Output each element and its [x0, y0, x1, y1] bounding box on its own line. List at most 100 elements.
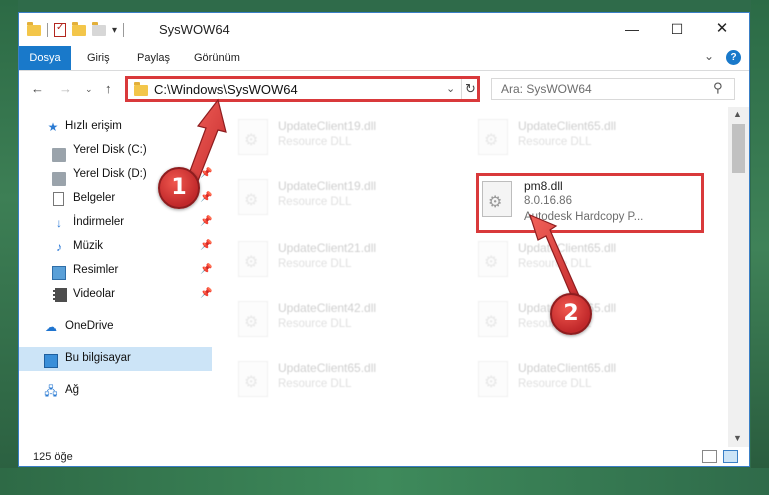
- expand-ribbon-icon[interactable]: ⌄: [704, 49, 714, 63]
- desktop-background-right: [751, 0, 769, 495]
- customize-folder-icon[interactable]: [92, 21, 106, 36]
- up-button[interactable]: ↑: [105, 81, 112, 96]
- vertical-scrollbar[interactable]: ▲ ▼: [728, 107, 749, 447]
- status-bar: 125 öğe: [19, 447, 749, 466]
- dll-file-icon: [478, 241, 508, 277]
- refresh-button[interactable]: ↻: [461, 79, 479, 99]
- file-name: UpdateClient19.dll: [278, 119, 377, 133]
- sidebar-item-videos[interactable]: Videolar 📌: [19, 283, 212, 307]
- file-name: pm8.dll: [524, 179, 563, 193]
- pin-icon[interactable]: 📌: [200, 144, 212, 155]
- videos-icon: [53, 288, 67, 302]
- sidebar-item-local-disk-c[interactable]: Yerel Disk (C:) 📌: [19, 139, 212, 163]
- file-name: UpdateClient65.dll: [518, 119, 617, 133]
- sidebar-item-label: Ağ: [65, 384, 80, 396]
- tab-view[interactable]: Görünüm: [184, 46, 250, 70]
- forward-button[interactable]: →: [59, 81, 72, 96]
- pin-icon[interactable]: 📌: [200, 264, 212, 275]
- music-icon: ♪: [56, 240, 62, 254]
- dll-file-icon: [238, 119, 268, 155]
- address-bar[interactable]: C:\Windows\SysWOW64 ⌄ ↻: [125, 76, 480, 102]
- sidebar-item-music[interactable]: ♪ Müzik 📌: [19, 235, 212, 259]
- desktop-background-bottom: [0, 468, 769, 495]
- sidebar-item-onedrive[interactable]: ☁ OneDrive: [19, 315, 212, 339]
- quick-access-menu-button[interactable]: ▾: [112, 25, 117, 36]
- sidebar-item-label: Hızlı erişim: [65, 120, 122, 132]
- file-item[interactable]: UpdateClient42.dll Resource DLL: [234, 295, 464, 345]
- address-path[interactable]: C:\Windows\SysWOW64: [154, 82, 298, 97]
- drive-icon: [52, 172, 66, 186]
- sidebar-item-this-pc[interactable]: Bu bilgisayar: [19, 347, 212, 371]
- scroll-down-button[interactable]: ▼: [733, 433, 742, 443]
- sidebar-item-network[interactable]: 🖧 Ağ: [19, 379, 212, 403]
- tab-share[interactable]: Paylaş: [127, 46, 180, 70]
- sidebar-item-label: OneDrive: [65, 320, 114, 332]
- properties-icon[interactable]: [54, 22, 66, 37]
- new-folder-icon[interactable]: [72, 21, 86, 36]
- pin-icon[interactable]: 📌: [200, 192, 212, 203]
- file-type: Resource DLL: [518, 378, 592, 390]
- sidebar-item-label: Videolar: [73, 288, 115, 300]
- ribbon-tabs: Dosya Giriş Paylaş Görünüm ⌄ ?: [19, 46, 749, 71]
- tab-file[interactable]: Dosya: [19, 46, 71, 70]
- title-bar: ▾ SysWOW64 — ☐ ✕: [19, 13, 749, 46]
- download-icon: ↓: [56, 216, 62, 230]
- sidebar-item-downloads[interactable]: ↓ İndirmeler 📌: [19, 211, 212, 235]
- large-icons-view-button[interactable]: [723, 450, 738, 463]
- file-description: Autodesk Hardcopy P...: [524, 211, 644, 223]
- pin-icon[interactable]: 📌: [200, 168, 212, 179]
- item-count: 125 öğe: [33, 451, 73, 463]
- pin-icon[interactable]: 📌: [200, 288, 212, 299]
- sidebar-item-label: Müzik: [73, 240, 104, 252]
- navigation-pane: ★ Hızlı erişim Yerel Disk (C:) 📌 Yerel D…: [19, 107, 212, 447]
- toolbar-separator: [47, 23, 48, 37]
- folder-icon[interactable]: [27, 21, 41, 36]
- tab-home[interactable]: Giriş: [77, 46, 120, 70]
- star-icon: ★: [47, 120, 59, 134]
- file-type: Resource DLL: [278, 258, 352, 270]
- address-dropdown-button[interactable]: ⌄: [446, 82, 455, 95]
- sidebar-item-pictures[interactable]: Resimler 📌: [19, 259, 212, 283]
- sidebar-item-quick-access[interactable]: ★ Hızlı erişim: [19, 115, 212, 139]
- scroll-up-button[interactable]: ▲: [733, 109, 742, 119]
- file-name: UpdateClient65.dll: [518, 361, 617, 375]
- file-type: Resource DLL: [278, 136, 352, 148]
- pictures-icon: [52, 266, 66, 280]
- search-input[interactable]: Ara: SysWOW64 ⚲: [491, 78, 735, 100]
- scroll-thumb[interactable]: [732, 124, 745, 173]
- dll-file-icon: [238, 301, 268, 337]
- file-item[interactable]: UpdateClient19.dll Resource DLL: [234, 113, 464, 163]
- recent-locations-button[interactable]: ⌄: [85, 84, 93, 95]
- file-type: Resource DLL: [518, 136, 592, 148]
- file-type: Resource DLL: [278, 196, 352, 208]
- quick-access-toolbar: ▾: [27, 21, 125, 39]
- minimize-button[interactable]: —: [612, 17, 652, 41]
- file-item[interactable]: UpdateClient65.dll Resource DLL: [474, 235, 704, 285]
- documents-icon: [53, 192, 64, 206]
- pin-icon[interactable]: 📌: [200, 216, 212, 227]
- file-item[interactable]: UpdateClient65.dll Resource DLL: [474, 355, 704, 405]
- file-item[interactable]: UpdateClient65.dll Resource DLL: [474, 113, 704, 163]
- file-item[interactable]: UpdateClient19.dll Resource DLL: [234, 173, 464, 223]
- toolbar-separator: [123, 23, 125, 37]
- file-list: UpdateClient19.dll Resource DLL UpdateCl…: [212, 107, 728, 447]
- maximize-button[interactable]: ☐: [657, 17, 697, 41]
- details-view-button[interactable]: [702, 450, 717, 463]
- cloud-icon: ☁: [45, 320, 57, 334]
- dll-file-icon: [238, 179, 268, 215]
- file-name: UpdateClient19.dll: [278, 179, 377, 193]
- close-button[interactable]: ✕: [702, 17, 742, 41]
- pin-icon[interactable]: 📌: [200, 240, 212, 251]
- file-item[interactable]: UpdateClient21.dll Resource DLL: [234, 235, 464, 285]
- file-type: Resource DLL: [518, 258, 592, 270]
- computer-icon: [44, 354, 58, 368]
- folder-icon: [134, 82, 148, 96]
- drive-icon: [52, 148, 66, 162]
- sidebar-item-label: Bu bilgisayar: [65, 352, 131, 364]
- step-1-badge: 1: [158, 167, 200, 209]
- search-icon[interactable]: ⚲: [713, 80, 723, 96]
- file-item-selected[interactable]: pm8.dll 8.0.16.86 Autodesk Hardcopy P...: [476, 173, 704, 233]
- file-item[interactable]: UpdateClient65.dll Resource DLL: [234, 355, 464, 405]
- back-button[interactable]: ←: [31, 81, 44, 96]
- help-icon[interactable]: ?: [726, 50, 741, 65]
